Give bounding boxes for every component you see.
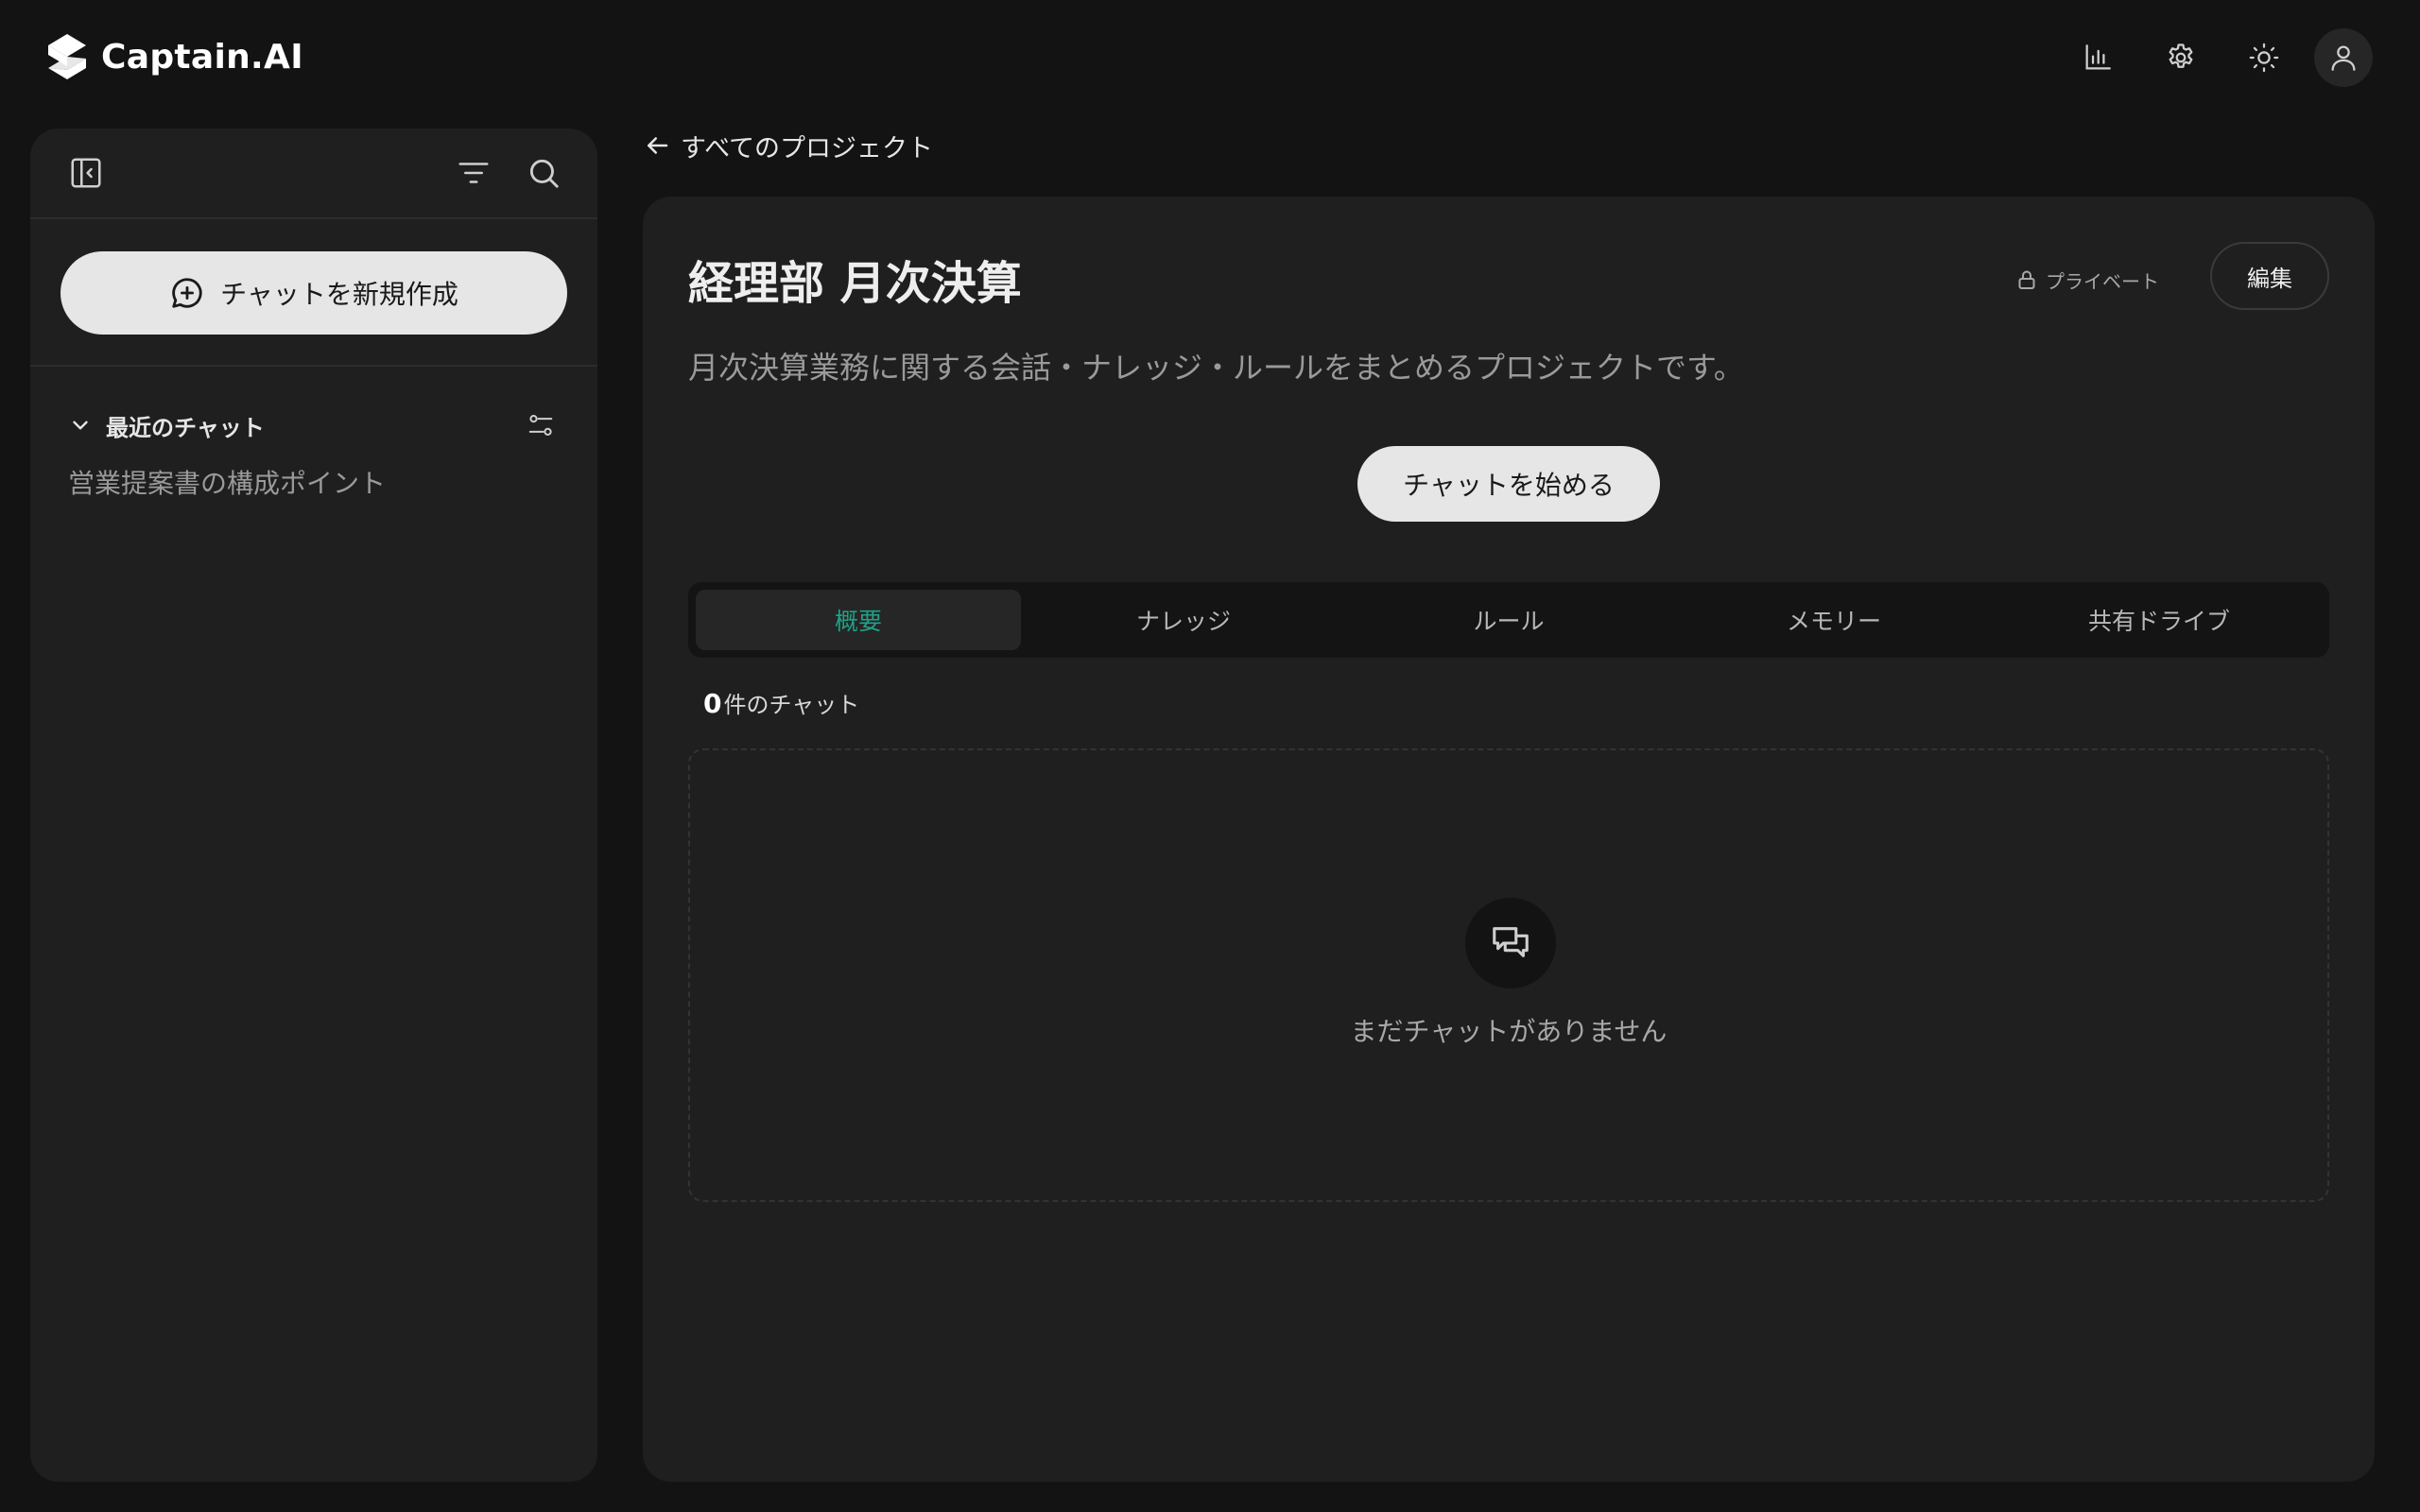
- project-title: 経理部 月次決算: [688, 257, 1022, 310]
- tab-rules[interactable]: ルール: [1346, 590, 1671, 650]
- logo[interactable]: Captain.AI: [43, 30, 303, 83]
- recent-chats-settings-button[interactable]: [522, 406, 560, 444]
- tab-knowledge[interactable]: ナレッジ: [1021, 590, 1346, 650]
- start-chat-button[interactable]: チャットを始める: [1357, 446, 1660, 522]
- visibility-label: プライベート: [2046, 269, 2159, 293]
- chat-bubbles-icon: [1489, 921, 1532, 965]
- sidebar: チャットを新規作成 最近のチャット 営業提案書の構成ポイント: [30, 129, 597, 1482]
- chat-count: 0 件のチャット: [703, 686, 859, 719]
- chat-count-number: 0: [703, 688, 722, 719]
- user-menu-button[interactable]: [2314, 28, 2373, 87]
- message-plus-icon: [169, 275, 220, 311]
- captain-ai-logo-icon: [43, 32, 92, 81]
- recent-chats-header[interactable]: 最近のチャット: [68, 403, 560, 448]
- bar-chart-icon: [2082, 42, 2114, 74]
- user-icon: [2327, 42, 2360, 74]
- sidebar-divider: [30, 365, 597, 367]
- back-to-projects-link[interactable]: すべてのプロジェクト: [643, 127, 933, 164]
- sidebar-collapse-icon: [68, 155, 104, 191]
- project-tabs: 概要 ナレッジ ルール メモリー 共有ドライブ: [688, 582, 2329, 658]
- sidebar-header: [30, 129, 597, 219]
- chevron-down-icon: [68, 413, 106, 438]
- empty-state-message: まだチャットがありません: [1350, 1016, 1668, 1047]
- analytics-button[interactable]: [2068, 28, 2127, 87]
- visibility-badge: プライベート: [2015, 263, 2159, 297]
- sun-icon: [2248, 42, 2280, 74]
- tab-overview[interactable]: 概要: [696, 590, 1021, 650]
- settings-button[interactable]: [2152, 28, 2210, 87]
- brand-name: Captain.AI: [101, 37, 303, 77]
- filter-button[interactable]: [450, 149, 497, 197]
- new-chat-button[interactable]: チャットを新規作成: [60, 251, 567, 335]
- theme-toggle-button[interactable]: [2235, 28, 2293, 87]
- new-chat-label: チャットを新規作成: [220, 279, 458, 310]
- sliders-icon: [527, 411, 555, 439]
- back-to-projects-label: すべてのプロジェクト: [681, 133, 934, 163]
- tab-memory[interactable]: メモリー: [1671, 590, 1996, 650]
- arrow-left-icon: [643, 131, 681, 160]
- tab-shared-drive[interactable]: 共有ドライブ: [1996, 590, 2322, 650]
- chat-count-suffix: 件のチャット: [723, 692, 860, 718]
- empty-state: まだチャットがありません: [688, 748, 2329, 1202]
- top-bar: Captain.AI: [0, 0, 2420, 113]
- search-icon: [526, 155, 562, 191]
- project-card: 経理部 月次決算 プライベート 編集 月次決算業務に関する会話・ナレッジ・ルール…: [643, 197, 2375, 1482]
- edit-project-button[interactable]: 編集: [2210, 242, 2329, 310]
- empty-state-badge: [1465, 898, 1556, 988]
- sidebar-collapse-button[interactable]: [62, 149, 110, 197]
- project-description: 月次決算業務に関する会話・ナレッジ・ルールをまとめるプロジェクトです。: [688, 350, 1744, 386]
- search-button[interactable]: [520, 149, 567, 197]
- gear-icon: [2165, 42, 2197, 74]
- recent-chat-item[interactable]: 営業提案書の構成ポイント: [68, 463, 569, 501]
- lock-icon: [2015, 268, 2046, 291]
- recent-chats-title: 最近のチャット: [106, 414, 265, 441]
- filter-icon: [456, 155, 492, 191]
